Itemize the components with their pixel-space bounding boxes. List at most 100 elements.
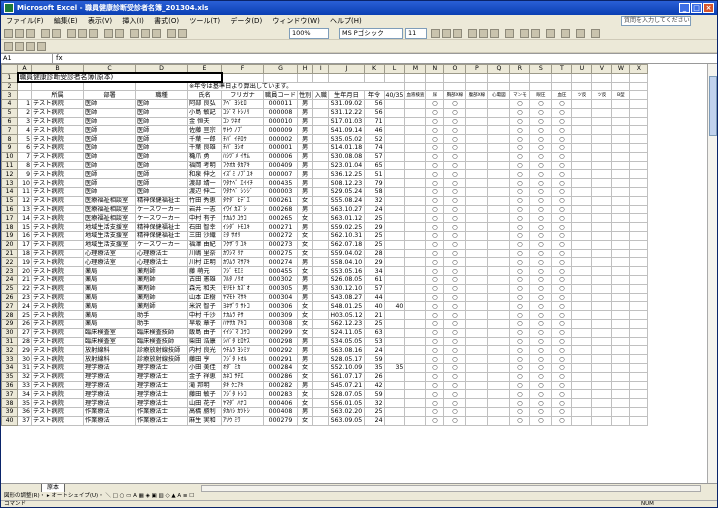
zoom-select[interactable]: 100% bbox=[289, 28, 329, 39]
data-cell[interactable] bbox=[312, 371, 330, 382]
data-cell[interactable]: 24 bbox=[363, 415, 385, 426]
data-cell[interactable] bbox=[404, 257, 427, 268]
data-cell[interactable]: 59 bbox=[363, 354, 385, 364]
data-cell[interactable]: ○ bbox=[529, 292, 553, 303]
data-cell[interactable]: 理学療法 bbox=[83, 371, 136, 382]
data-cell[interactable]: ○ bbox=[529, 266, 553, 277]
data-cell[interactable]: S30.08.08 bbox=[328, 151, 365, 162]
data-cell[interactable] bbox=[571, 371, 593, 382]
data-cell[interactable] bbox=[591, 178, 613, 189]
data-cell[interactable]: 34 bbox=[17, 389, 32, 400]
data-cell[interactable] bbox=[591, 266, 613, 277]
data-cell[interactable]: 作業療法士 bbox=[135, 415, 188, 426]
drawing-toolbar[interactable]: 図形の調整(R)・ ▸ オートシェイプ(U)・ ＼ □ ○ ▭ A ▦ ◈ ▣ … bbox=[1, 492, 717, 500]
header-cell[interactable] bbox=[17, 90, 32, 101]
data-cell[interactable]: テスト病院 bbox=[31, 345, 84, 356]
data-cell[interactable]: ○ bbox=[425, 336, 445, 347]
data-cell[interactable] bbox=[404, 380, 427, 391]
data-cell[interactable] bbox=[487, 151, 511, 162]
data-cell[interactable]: ○ bbox=[443, 415, 467, 426]
data-cell[interactable]: ○ bbox=[529, 187, 553, 197]
data-cell[interactable] bbox=[591, 415, 613, 426]
data-cell[interactable] bbox=[571, 239, 593, 250]
header-cell[interactable]: 氏名 bbox=[187, 90, 222, 101]
data-cell[interactable]: 000305 bbox=[263, 283, 298, 294]
data-cell[interactable]: ○ bbox=[425, 301, 445, 312]
data-cell[interactable] bbox=[404, 107, 427, 118]
data-cell[interactable] bbox=[383, 143, 406, 153]
data-cell[interactable]: ○ bbox=[443, 345, 467, 356]
data-cell[interactable] bbox=[571, 345, 593, 356]
data-cell[interactable] bbox=[591, 99, 613, 109]
data-cell[interactable]: 000275 bbox=[263, 248, 298, 259]
data-cell[interactable]: 中村 千沙 bbox=[187, 310, 222, 321]
data-cell[interactable] bbox=[465, 195, 489, 206]
data-cell[interactable]: 000409 bbox=[263, 160, 298, 171]
data-cell[interactable]: 女 bbox=[296, 389, 314, 400]
cell[interactable] bbox=[591, 81, 613, 92]
data-cell[interactable]: 25 bbox=[363, 406, 385, 417]
row-header[interactable]: 10 bbox=[1, 151, 18, 162]
data-cell[interactable]: ○ bbox=[425, 222, 445, 233]
data-cell[interactable] bbox=[383, 195, 406, 206]
data-cell[interactable] bbox=[383, 354, 406, 364]
data-cell[interactable]: テスト病院 bbox=[31, 239, 84, 250]
data-cell[interactable] bbox=[571, 187, 593, 197]
column-header[interactable]: F bbox=[221, 64, 264, 74]
data-cell[interactable] bbox=[312, 354, 330, 364]
data-cell[interactable]: ﾌｼﾞﾀ ﾄｵﾙ bbox=[221, 354, 264, 364]
cell[interactable] bbox=[611, 72, 631, 83]
row-header[interactable]: 25 bbox=[1, 283, 18, 294]
data-cell[interactable]: 医師 bbox=[135, 169, 188, 180]
data-cell[interactable] bbox=[487, 371, 511, 382]
data-cell[interactable]: 13 bbox=[17, 204, 32, 215]
data-cell[interactable]: 岩井 一志 bbox=[187, 204, 222, 215]
data-cell[interactable] bbox=[487, 327, 511, 338]
data-cell[interactable]: 23 bbox=[17, 292, 32, 303]
menu-format[interactable]: 書式(O) bbox=[154, 17, 179, 25]
data-cell[interactable] bbox=[629, 143, 649, 153]
data-cell[interactable]: ○ bbox=[551, 178, 573, 189]
data-cell[interactable]: 000011 bbox=[263, 99, 298, 109]
data-cell[interactable]: 臨床検査技師 bbox=[135, 327, 188, 338]
data-cell[interactable]: S41.09.14 bbox=[328, 125, 365, 136]
cell[interactable] bbox=[328, 72, 365, 83]
data-cell[interactable] bbox=[571, 151, 593, 162]
data-cell[interactable] bbox=[487, 283, 511, 294]
data-cell[interactable]: S14.01.18 bbox=[328, 143, 365, 153]
data-cell[interactable]: ○ bbox=[425, 239, 445, 250]
data-cell[interactable]: ○ bbox=[509, 178, 531, 189]
data-cell[interactable]: ○ bbox=[529, 213, 553, 224]
data-cell[interactable]: 佐藤 亘宗 bbox=[187, 125, 222, 136]
data-cell[interactable] bbox=[312, 389, 330, 400]
data-cell[interactable]: 46 bbox=[363, 125, 385, 136]
data-cell[interactable]: ○ bbox=[551, 389, 573, 400]
data-cell[interactable]: ﾊﾔｻｶ ｱｷｺ bbox=[221, 319, 264, 329]
data-cell[interactable] bbox=[383, 99, 406, 109]
data-cell[interactable] bbox=[404, 415, 427, 426]
column-header[interactable]: O bbox=[443, 64, 467, 74]
data-cell[interactable] bbox=[611, 415, 631, 426]
horizontal-scrollbar[interactable] bbox=[201, 485, 701, 492]
data-cell[interactable]: ｺｼﾞﾏ ﾄｼﾉﾘ bbox=[221, 107, 264, 118]
data-cell[interactable]: ﾌｼﾞ ﾓｴﾐ bbox=[221, 266, 264, 277]
data-cell[interactable]: ○ bbox=[529, 222, 553, 233]
data-cell[interactable] bbox=[611, 99, 631, 109]
data-cell[interactable] bbox=[591, 160, 613, 171]
data-cell[interactable] bbox=[404, 134, 427, 145]
row-header[interactable]: 30 bbox=[1, 327, 18, 338]
data-cell[interactable]: ○ bbox=[509, 213, 531, 224]
cell[interactable] bbox=[629, 90, 649, 101]
data-cell[interactable]: ｲｽﾞﾐ ﾉﾌﾞﾕｷ bbox=[221, 169, 264, 180]
data-cell[interactable]: ○ bbox=[509, 266, 531, 277]
data-cell[interactable]: ﾊｼﾂﾞﾒ ｲｻﾑ bbox=[221, 151, 264, 162]
header-cell[interactable]: 血液検査 bbox=[404, 90, 427, 101]
data-cell[interactable]: ○ bbox=[529, 151, 553, 162]
data-cell[interactable]: 000274 bbox=[263, 257, 298, 268]
data-cell[interactable] bbox=[383, 116, 406, 127]
data-cell[interactable] bbox=[404, 319, 427, 329]
comment-icon[interactable] bbox=[15, 42, 24, 51]
data-cell[interactable] bbox=[487, 275, 511, 285]
data-cell[interactable]: 57 bbox=[363, 283, 385, 294]
data-cell[interactable]: 男 bbox=[296, 354, 314, 364]
